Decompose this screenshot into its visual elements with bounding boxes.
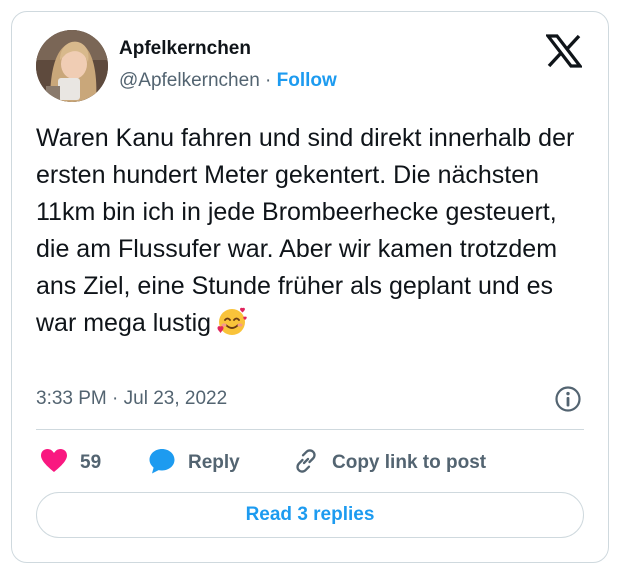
x-logo-icon[interactable] [544, 34, 584, 68]
read-replies-button[interactable]: Read 3 replies [36, 492, 584, 538]
avatar[interactable] [36, 30, 108, 102]
user-avatar-photo [36, 30, 108, 102]
copy-link-button[interactable]: Copy link to post [292, 446, 486, 480]
author-handle-row: @Apfelkernchen · Follow [119, 70, 337, 92]
separator-dot: · [259, 70, 277, 91]
author-display-name[interactable]: Apfelkernchen [119, 38, 251, 60]
link-icon [292, 447, 320, 480]
author-handle[interactable]: @Apfelkernchen [119, 70, 260, 91]
tweet-text: Waren Kanu fahren und sind direkt innerh… [36, 124, 575, 337]
info-icon[interactable] [554, 385, 582, 413]
copy-link-label: Copy link to post [332, 452, 487, 473]
divider [36, 429, 584, 430]
follow-button[interactable]: Follow [277, 70, 337, 91]
like-button[interactable]: 59 [40, 446, 101, 480]
smiling-face-with-hearts-icon [215, 305, 249, 337]
tweet-card: Apfelkernchen @Apfelkernchen · Follow Wa… [11, 11, 609, 563]
reply-button[interactable]: Reply [148, 446, 240, 480]
speech-bubble-icon [148, 447, 176, 480]
reply-label: Reply [188, 452, 240, 473]
tweet-timestamp[interactable]: 3:33 PM · Jul 23, 2022 [36, 388, 227, 410]
tweet-text-block: Waren Kanu fahren und sind direkt innerh… [36, 120, 596, 342]
like-count: 59 [80, 452, 102, 473]
action-bar: 59 Reply Copy link to post [36, 446, 596, 480]
heart-icon [40, 448, 68, 479]
